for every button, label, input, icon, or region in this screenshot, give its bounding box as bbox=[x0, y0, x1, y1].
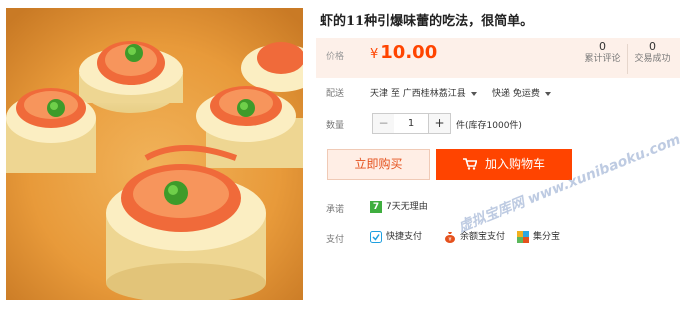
quantity-increase-button[interactable]: + bbox=[428, 113, 451, 134]
review-count-stat[interactable]: 0 累计评论 bbox=[580, 40, 625, 66]
quantity-label: 数量 bbox=[326, 121, 345, 131]
payment-label: 支付 bbox=[326, 235, 345, 245]
shipping-destination-selector[interactable]: 天津 至 广西桂林荔江县 bbox=[370, 86, 477, 99]
price-value: ¥10.00 bbox=[370, 42, 437, 63]
yuebao-label: 余额宝支付 bbox=[460, 232, 506, 242]
cart-icon bbox=[462, 157, 477, 170]
add-to-cart-button[interactable]: 加入购物车 bbox=[436, 149, 572, 180]
promise-label: 承诺 bbox=[326, 205, 345, 215]
buy-now-button[interactable]: 立即购买 bbox=[327, 149, 430, 180]
quantity-input[interactable]: 1 bbox=[394, 113, 428, 134]
sales-count-label: 交易成功 bbox=[634, 54, 671, 64]
shrimp-dish-illustration bbox=[6, 8, 303, 300]
jifenbao-icon bbox=[517, 230, 529, 243]
stats-divider bbox=[627, 44, 628, 74]
payment-quick-pay[interactable]: 快捷支付 bbox=[370, 229, 422, 243]
review-count-label: 累计评论 bbox=[584, 54, 621, 64]
quantity-stock-info: 件(库存1000件) bbox=[456, 121, 522, 131]
currency-symbol: ¥ bbox=[370, 47, 379, 62]
promise-text: 7天无理由 bbox=[386, 202, 428, 212]
add-to-cart-label: 加入购物车 bbox=[484, 157, 545, 171]
watermark: 虚拟宝库网 www.xunibaoku.com bbox=[456, 131, 683, 236]
shipping-method-selector[interactable]: 快递 免运费 bbox=[492, 86, 551, 99]
quick-pay-icon bbox=[370, 230, 382, 243]
money-bag-icon: ¥ bbox=[445, 231, 455, 243]
price-amount: 10.00 bbox=[380, 42, 438, 63]
shipping-label: 配送 bbox=[326, 89, 345, 99]
chevron-down-icon bbox=[470, 91, 477, 96]
product-image[interactable] bbox=[6, 8, 303, 300]
product-title: 虾的11种引爆味蕾的吃法，很简单。 bbox=[320, 14, 534, 29]
svg-text:¥: ¥ bbox=[448, 237, 451, 243]
seven-day-return-promise[interactable]: 7 7天无理由 bbox=[370, 199, 428, 213]
shipping-method: 快递 免运费 bbox=[492, 89, 540, 99]
sales-count: 0 bbox=[649, 40, 656, 53]
chevron-down-icon bbox=[544, 91, 551, 96]
jifenbao-label: 集分宝 bbox=[533, 232, 561, 242]
review-count: 0 bbox=[599, 40, 606, 53]
price-label: 价格 bbox=[326, 52, 345, 62]
payment-yuebao[interactable]: ¥ 余额宝支付 bbox=[444, 229, 505, 243]
quantity-decrease-button[interactable]: − bbox=[372, 113, 395, 134]
quick-pay-label: 快捷支付 bbox=[386, 232, 423, 242]
payment-jifenbao[interactable]: 集分宝 bbox=[517, 229, 560, 243]
shipping-route: 天津 至 广西桂林荔江县 bbox=[370, 89, 466, 99]
sales-count-stat[interactable]: 0 交易成功 bbox=[630, 40, 675, 66]
seven-day-badge-icon: 7 bbox=[370, 200, 382, 213]
